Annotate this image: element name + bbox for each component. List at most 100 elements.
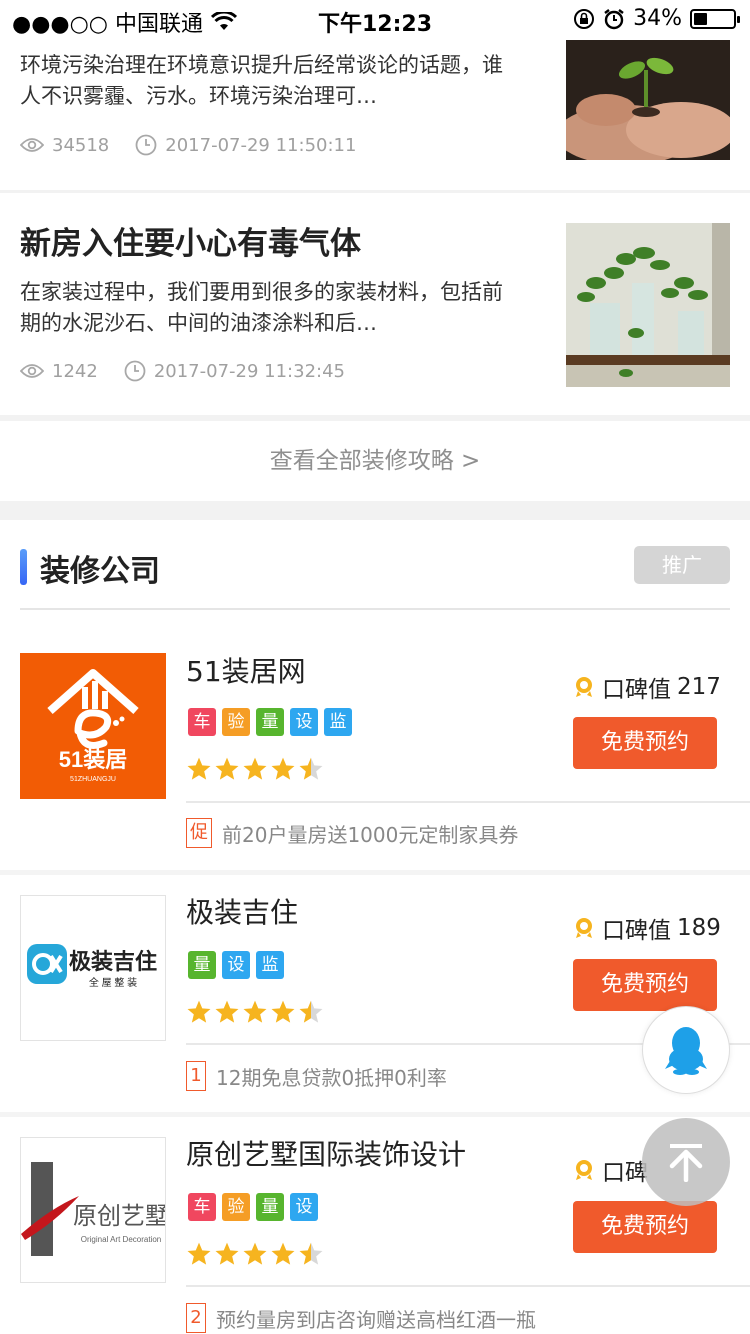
service-tag: 验 <box>222 708 250 736</box>
star-rating <box>186 1241 324 1267</box>
divider <box>186 801 750 803</box>
publish-time: 2017-07-29 11:50:11 <box>135 134 356 156</box>
star-icon <box>187 757 211 780</box>
potted-plants-icon <box>566 223 730 387</box>
star-icon <box>271 757 295 780</box>
star-icon <box>243 1000 267 1023</box>
service-tag: 设 <box>290 708 318 736</box>
views-count: 1242 <box>20 361 98 382</box>
company-card[interactable]: 51装居 51ZHUANGJU 51装居网 车验量设监 口碑值 217 免费预约… <box>0 612 750 870</box>
views-count: 34518 <box>20 135 109 156</box>
article-title: 新房入住要小心有毒气体 <box>20 226 361 262</box>
company-card[interactable]: 极装吉住 全 屋 整 装 极装吉住 量设监 口碑值 189 免费预约 1 12期… <box>0 875 750 1113</box>
star-icon <box>215 757 239 780</box>
clock-icon <box>124 360 146 382</box>
section-title: 装修公司 <box>40 554 160 589</box>
star-rating <box>186 999 324 1025</box>
reputation-score: 口碑值 217 <box>572 670 721 704</box>
svg-text:原创艺墅: 原创艺墅 <box>73 1203 165 1230</box>
promotion-line[interactable]: 促 前20户量房送1000元定制家具券 <box>186 818 518 848</box>
divider <box>186 1285 750 1287</box>
star-icon <box>243 1242 267 1265</box>
service-tag: 车 <box>188 1193 216 1221</box>
battery-percent: 34% <box>633 6 682 31</box>
section-header: 装修公司 推广 <box>20 546 730 610</box>
company-name: 极装吉住 <box>186 896 299 929</box>
article-meta: 1242 2017-07-29 11:32:45 <box>20 360 371 382</box>
svg-text:51ZHUANGJU: 51ZHUANGJU <box>70 776 116 783</box>
qq-penguin-icon <box>665 1027 707 1075</box>
promo-text: 预约量房到店咨询赠送高档红酒一瓶 <box>216 1307 536 1332</box>
star-icon <box>187 1000 211 1023</box>
reputation-badge-icon <box>576 1160 592 1180</box>
service-tags: 量设监 <box>188 951 284 979</box>
service-tags: 车验量设监 <box>188 708 352 736</box>
article-thumbnail[interactable] <box>566 223 730 387</box>
svg-text:全 屋 整 装: 全 屋 整 装 <box>89 976 137 989</box>
status-right: 34% <box>573 6 740 31</box>
free-booking-button[interactable]: 免费预约 <box>573 959 717 1011</box>
article-description: 环境污染治理在环境意识提升后经常谈论的话题，谁人不识雾霾、污水。环境污染治理可… <box>20 53 503 108</box>
qq-chat-button[interactable] <box>642 1006 730 1094</box>
view-all-guides-link[interactable]: 查看全部装修攻略 > <box>0 421 750 501</box>
promotion-button[interactable]: 推广 <box>634 546 730 584</box>
eye-icon <box>20 138 44 152</box>
back-to-top-icon <box>669 1144 703 1182</box>
svg-text:极装吉住: 极装吉住 <box>69 949 157 974</box>
article-card[interactable]: 新房入住要小心有毒气体 在家装过程中，我们要用到很多的家装材料，包括前期的水泥沙… <box>0 193 750 415</box>
section-accent-bar <box>20 549 27 585</box>
promo-text: 12期免息贷款0抵押0利率 <box>216 1065 447 1090</box>
service-tags: 车验量设 <box>188 1193 318 1221</box>
battery-icon <box>690 8 740 29</box>
reputation-score: 口碑值 189 <box>572 911 721 945</box>
service-tag: 监 <box>256 951 284 979</box>
plant-sprout-icon <box>566 40 730 160</box>
article-meta: 34518 2017-07-29 11:50:11 <box>20 134 382 156</box>
service-tag: 设 <box>222 951 250 979</box>
star-icon <box>187 1242 211 1265</box>
svg-text:Original Art Decoration: Original Art Decoration <box>81 1235 161 1244</box>
star-icon <box>299 757 323 780</box>
promotion-line[interactable]: 1 12期免息贷款0抵押0利率 <box>186 1061 447 1091</box>
status-bar: ●●●○○ 中国联通 下午12:23 34% <box>0 0 750 40</box>
clock-icon <box>135 134 157 156</box>
service-tag: 量 <box>256 708 284 736</box>
back-to-top-button[interactable] <box>642 1118 730 1206</box>
service-tag: 量 <box>188 951 216 979</box>
publish-time: 2017-07-29 11:32:45 <box>124 360 345 382</box>
star-icon <box>271 1000 295 1023</box>
promo-badge: 2 <box>186 1303 206 1333</box>
company-card[interactable]: 原创艺墅 Original Art Decoration 原创艺墅国际装饰设计 … <box>0 1117 750 1334</box>
service-tag: 设 <box>290 1193 318 1221</box>
star-rating <box>186 756 324 782</box>
star-icon <box>215 1000 239 1023</box>
rotation-lock-icon <box>574 8 595 29</box>
service-tag: 监 <box>324 708 352 736</box>
service-tag: 车 <box>188 708 216 736</box>
star-icon <box>271 1242 295 1265</box>
service-tag: 验 <box>222 1193 250 1221</box>
star-icon <box>243 757 267 780</box>
company-name: 51装居网 <box>186 655 306 688</box>
service-tag: 量 <box>256 1193 284 1221</box>
promo-text: 前20户量房送1000元定制家具券 <box>222 822 519 847</box>
article-thumbnail[interactable] <box>566 40 730 160</box>
company-logo[interactable]: 51装居 51ZHUANGJU <box>20 653 166 799</box>
promotion-line[interactable]: 2 预约量房到店咨询赠送高档红酒一瓶 <box>186 1303 536 1333</box>
reputation-badge-icon <box>576 918 592 938</box>
article-description: 在家装过程中，我们要用到很多的家装材料，包括前期的水泥沙石、中间的油漆涂料和后… <box>20 280 503 335</box>
company-logo[interactable]: 原创艺墅 Original Art Decoration <box>20 1137 166 1283</box>
promo-badge: 1 <box>186 1061 206 1091</box>
free-booking-button[interactable]: 免费预约 <box>573 717 717 769</box>
star-icon <box>215 1242 239 1265</box>
eye-icon <box>20 364 44 378</box>
svg-text:51装居: 51装居 <box>59 747 127 772</box>
article-card[interactable]: 环境污染治理在环境意识提升后经常谈论的话题，谁人不识雾霾、污水。环境污染治理可…… <box>0 40 750 190</box>
free-booking-button[interactable]: 免费预约 <box>573 1201 717 1253</box>
alarm-icon <box>604 8 624 29</box>
company-logo[interactable]: 极装吉住 全 屋 整 装 <box>20 895 166 1041</box>
star-icon <box>299 1242 323 1265</box>
promo-badge: 促 <box>186 818 212 848</box>
star-icon <box>299 1000 323 1023</box>
company-name: 原创艺墅国际装饰设计 <box>186 1138 467 1171</box>
